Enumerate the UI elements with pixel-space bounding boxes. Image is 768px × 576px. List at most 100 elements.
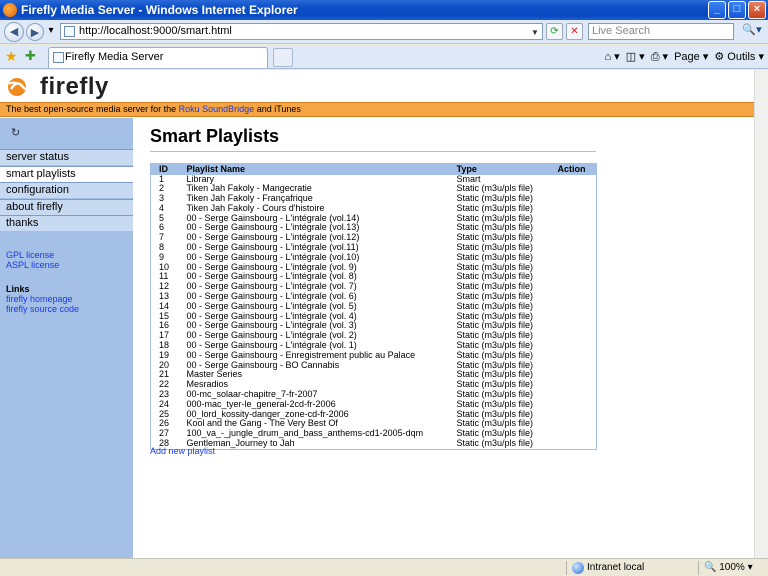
page-viewport: firefly The best open-source media serve… bbox=[0, 70, 768, 558]
cell-action bbox=[550, 272, 597, 282]
zoom-icon: 🔍 bbox=[704, 562, 717, 573]
ie-app-icon bbox=[3, 3, 17, 17]
cell-id: 1 bbox=[159, 173, 165, 184]
cell-action bbox=[550, 175, 597, 185]
firefly-homepage-link[interactable]: firefly homepage bbox=[6, 294, 79, 304]
cell-action bbox=[550, 312, 597, 322]
cell-action bbox=[550, 370, 597, 380]
cell-action bbox=[550, 243, 597, 253]
feeds-icon[interactable]: ◫ ▾ bbox=[626, 48, 645, 66]
vertical-scrollbar[interactable] bbox=[754, 70, 768, 558]
status-separator bbox=[698, 561, 699, 575]
column-header-playlist-name: Playlist Name bbox=[186, 164, 246, 175]
tab-firefly[interactable]: Firefly Media Server bbox=[48, 47, 268, 68]
tab-toolbar: ★ ✚ Firefly Media Server ⌂ ▾ ◫ ▾ ⎙ ▾ Pag… bbox=[0, 45, 768, 69]
zoom-control[interactable]: 🔍 100% ▾ bbox=[704, 559, 753, 576]
page-title: Smart Playlists bbox=[150, 126, 280, 146]
tools-menu-label: Outils bbox=[727, 51, 756, 63]
add-favorite-icon[interactable]: ✚ bbox=[25, 49, 36, 63]
search-icon[interactable]: 🔍▾ bbox=[738, 23, 766, 40]
forward-button[interactable]: ▶ bbox=[26, 23, 44, 41]
cell-id: 4 bbox=[159, 202, 165, 213]
security-zone[interactable]: Intranet local bbox=[572, 559, 644, 576]
cell-action bbox=[550, 233, 597, 243]
sidebar-item-thanks[interactable]: thanks bbox=[0, 215, 133, 231]
sidebar-links: GPL license ASPL license Links firefly h… bbox=[6, 250, 79, 314]
tab-label: Firefly Media Server bbox=[65, 51, 164, 63]
back-button[interactable]: ◀ bbox=[4, 22, 24, 42]
stop-icon[interactable]: ✕ bbox=[566, 23, 583, 40]
tagline-prefix: The best open-source media server for th… bbox=[6, 104, 177, 114]
sidebar-item-about-firefly[interactable]: about firefly bbox=[0, 198, 133, 215]
gpl-license-link[interactable]: GPL license bbox=[6, 250, 79, 260]
favorites-star-icon[interactable]: ★ bbox=[5, 49, 18, 63]
sidebar-nav: server status smart playlists configurat… bbox=[0, 149, 133, 232]
page-menu[interactable]: Page ▾ bbox=[674, 48, 708, 66]
sidebar-item-configuration[interactable]: configuration bbox=[0, 182, 133, 198]
roku-soundbridge-link[interactable]: Roku SoundBridge bbox=[179, 104, 255, 114]
window-title: Firefly Media Server - Windows Internet … bbox=[21, 3, 298, 17]
cell-action bbox=[550, 253, 597, 263]
page-icon bbox=[64, 26, 75, 37]
sidebar-item-server-status[interactable]: server status bbox=[0, 149, 133, 165]
cell-action bbox=[550, 223, 597, 233]
cell-action bbox=[550, 282, 597, 292]
refresh-icon[interactable]: ⟳ bbox=[546, 23, 563, 40]
cell-action bbox=[550, 419, 597, 429]
history-dropdown-icon[interactable]: ▾ bbox=[46, 23, 56, 40]
new-tab-button[interactable] bbox=[273, 48, 293, 67]
aspl-license-link[interactable]: ASPL license bbox=[6, 260, 79, 270]
logo-text: firefly bbox=[40, 73, 109, 100]
cell-id: 8 bbox=[159, 242, 165, 253]
sidebar-item-smart-playlists[interactable]: smart playlists bbox=[0, 165, 133, 182]
cell-id: 6 bbox=[159, 222, 165, 233]
site-header: firefly bbox=[0, 70, 754, 102]
address-input[interactable]: http://localhost:9000/smart.html ▼ bbox=[60, 23, 543, 40]
add-new-playlist-link[interactable]: Add new playlist bbox=[150, 446, 215, 456]
cell-action bbox=[550, 214, 597, 224]
print-icon[interactable]: ⎙ ▾ bbox=[651, 48, 668, 66]
close-button[interactable]: × bbox=[748, 1, 766, 19]
playlist-table-body: 1 Library Smart 2 Tiken Jah Fakoly - Mangecr… bbox=[151, 173, 597, 450]
cell-action bbox=[550, 302, 597, 312]
search-input[interactable]: Live Search bbox=[588, 23, 734, 40]
column-header-type: Type bbox=[456, 164, 477, 175]
cell-action bbox=[550, 204, 597, 214]
cell-action bbox=[550, 351, 597, 361]
page-menu-label: Page bbox=[674, 51, 700, 63]
cell-action bbox=[550, 321, 597, 331]
cell-action bbox=[550, 263, 597, 273]
cell-id: 7 bbox=[159, 232, 165, 243]
address-toolbar: ◀ ▶ ▾ http://localhost:9000/smart.html ▼… bbox=[0, 20, 768, 44]
zoom-level: 100% bbox=[719, 562, 745, 573]
status-bar: Intranet local 🔍 100% ▾ bbox=[0, 558, 768, 576]
title-divider bbox=[150, 151, 596, 152]
cell-action bbox=[550, 400, 597, 410]
cell-action bbox=[550, 380, 597, 390]
minimize-button[interactable]: _ bbox=[708, 1, 726, 19]
window-titlebar: Firefly Media Server - Windows Internet … bbox=[0, 0, 768, 20]
refresh-icon[interactable]: ↻ bbox=[11, 126, 20, 139]
intranet-zone-icon bbox=[572, 561, 584, 574]
cell-playlist-name: Gentleman_Journey to Jah bbox=[186, 438, 295, 449]
tools-menu[interactable]: ⚙ Outils ▾ bbox=[714, 48, 764, 66]
home-icon[interactable]: ⌂ ▾ bbox=[604, 48, 619, 66]
cell-action bbox=[550, 439, 597, 449]
cell-action bbox=[550, 331, 597, 341]
table-row: 28 Gentleman_Journey to Jah Static (m3u/pl… bbox=[151, 438, 597, 449]
sidebar: ↻ server status smart playlists configur… bbox=[0, 118, 133, 558]
cell-id: 5 bbox=[159, 212, 165, 223]
maximize-button[interactable]: □ bbox=[728, 1, 746, 19]
cell-action bbox=[550, 292, 597, 302]
address-url: http://localhost:9000/smart.html bbox=[79, 25, 232, 37]
firefly-source-code-link[interactable]: firefly source code bbox=[6, 304, 79, 314]
cell-id: 2 bbox=[159, 183, 165, 194]
table-header-row: ID Playlist Name Type Action bbox=[150, 163, 597, 175]
window-controls: _ □ × bbox=[708, 1, 766, 19]
cell-action bbox=[550, 429, 597, 439]
tagline-suffix: and iTunes bbox=[256, 104, 301, 114]
firefly-logo-icon bbox=[8, 78, 35, 96]
firefly-logo[interactable]: firefly bbox=[6, 73, 109, 101]
address-dropdown-icon[interactable]: ▼ bbox=[529, 25, 541, 38]
cell-action bbox=[550, 341, 597, 351]
